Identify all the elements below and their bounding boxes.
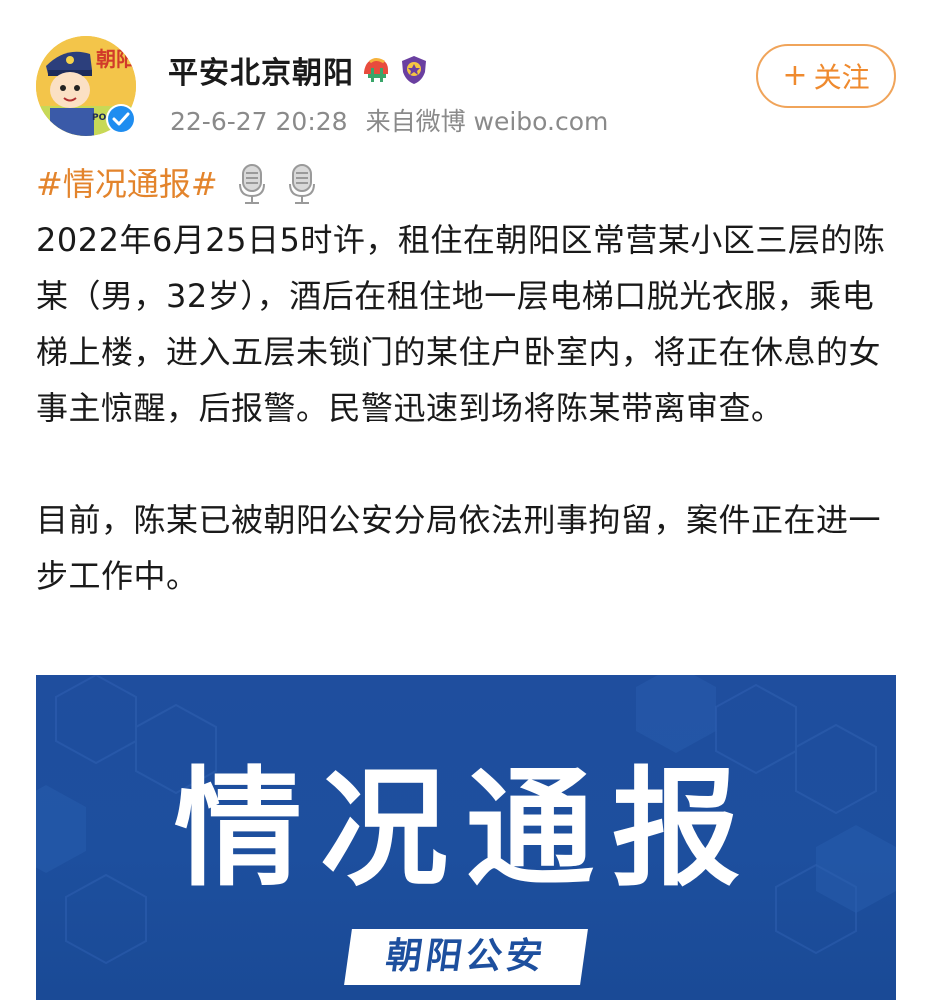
post-meta: 22-6-27 20:28 来自微博 weibo.com [170, 102, 608, 138]
post-paragraph: 目前，陈某已被朝阳公安分局依法刑事拘留，案件正在进一步工作中。 [36, 501, 882, 595]
post-header: 朝阳 POLICE 平安北京朝阳 [36, 36, 896, 140]
post-time: 22-6-27 20:28 [170, 107, 348, 136]
police-shield-badge-icon[interactable] [398, 54, 430, 86]
verified-check-icon [106, 104, 136, 134]
helmet-badge-icon[interactable] [360, 54, 392, 86]
microphone-icon [236, 162, 268, 206]
banner-title: 情况通报 [173, 755, 758, 904]
follow-button-label: 关注 [813, 61, 870, 94]
account-name-row: 平安北京朝阳 [168, 48, 430, 92]
post-body: #情况通报# 2022年6月25日5时许，租住在朝阳区常营某小区三层的陈某（男，… [36, 156, 896, 604]
plus-icon: + [782, 58, 808, 93]
microphone-icon [286, 162, 318, 206]
hashtag-link[interactable]: #情况通报# [36, 156, 218, 212]
banner-subtitle-wrap: 朝阳公安 [36, 929, 896, 985]
account-name[interactable]: 平安北京朝阳 [168, 48, 354, 92]
avatar-text: 朝阳 [96, 47, 136, 71]
post-paragraph: 2022年6月25日5时许，租住在朝阳区常营某小区三层的陈某（男，32岁），酒后… [36, 221, 886, 427]
hashtag-row: #情况通报# [36, 156, 896, 212]
follow-button[interactable]: + 关注 [756, 44, 896, 108]
post-image-banner[interactable]: 情况通报 朝阳公安 [36, 675, 896, 1000]
post-source[interactable]: 来自微博 weibo.com [366, 107, 609, 136]
banner-subtitle: 朝阳公安 [344, 929, 588, 985]
